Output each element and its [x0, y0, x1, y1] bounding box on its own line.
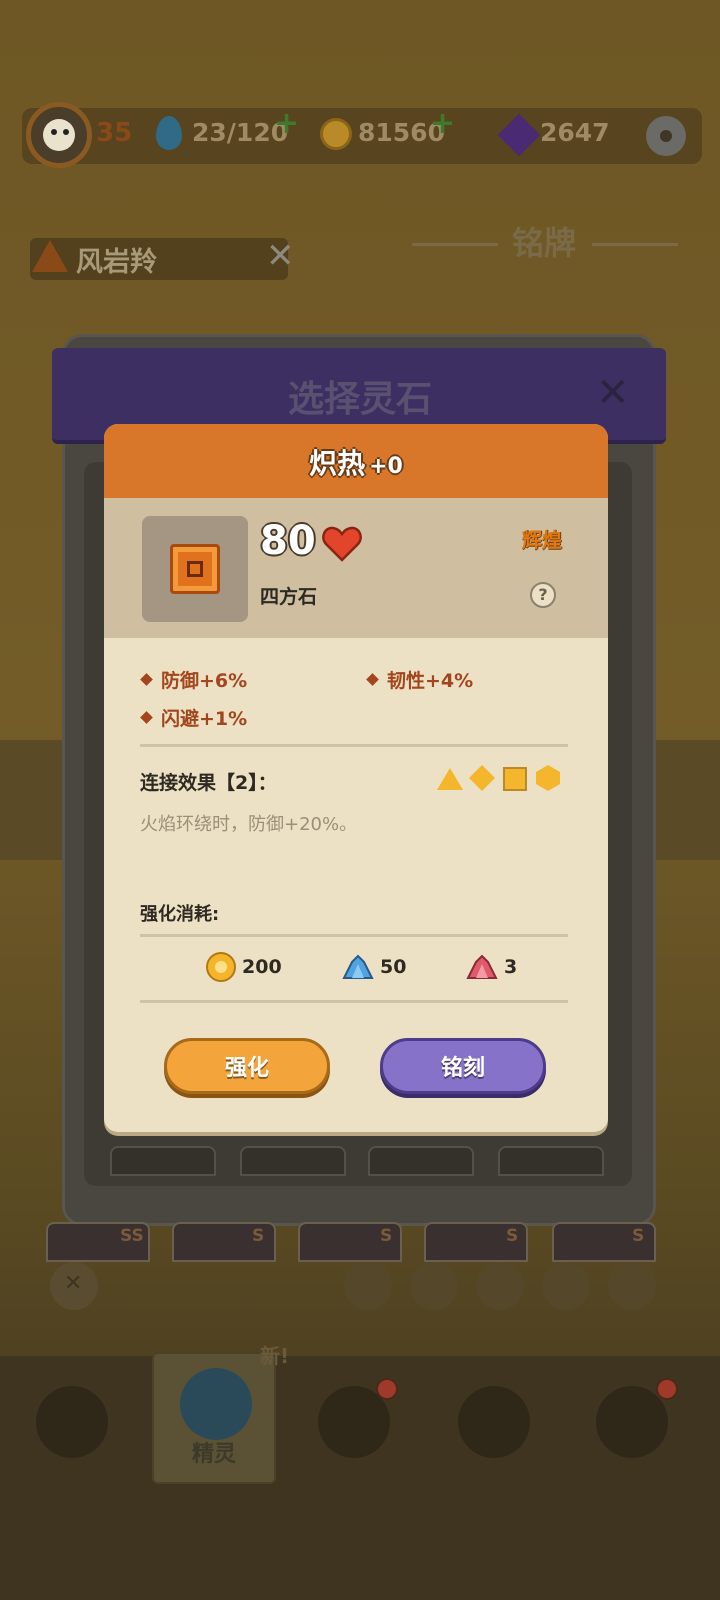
stone-slot[interactable]: [368, 1146, 474, 1176]
red-crystal-icon: [466, 954, 498, 979]
new-badge: 新!: [260, 1344, 290, 1368]
player-avatar[interactable]: [26, 102, 92, 168]
blue-crystal-cost: 50: [380, 956, 407, 978]
nav-spirit-icon: [180, 1368, 252, 1440]
attribute-text: 韧性+4%: [387, 670, 474, 692]
region-close-icon[interactable]: ✕: [266, 236, 295, 276]
stone-enhance-level: +0: [369, 454, 403, 479]
red-crystal-cost: 3: [504, 956, 518, 978]
divider: [140, 744, 568, 747]
spirit-rank: S: [252, 1226, 265, 1246]
attribute-item: 韧性+4%: [366, 666, 474, 693]
fire-filter-icon[interactable]: [344, 1262, 392, 1310]
leaf-filter-icon[interactable]: [476, 1262, 524, 1310]
clear-filter-button[interactable]: [50, 1262, 98, 1310]
plaque-left-ornament: [412, 243, 498, 246]
spirit-rank: S: [380, 1226, 393, 1246]
coin-icon: [206, 952, 236, 982]
player-level: 35: [96, 118, 133, 148]
square-shape-icon: [503, 767, 527, 791]
lightning-filter-icon[interactable]: [608, 1262, 656, 1310]
clover-filter-icon[interactable]: [410, 1262, 458, 1310]
plaque-right-ornament: [592, 243, 678, 246]
stone-title: 炽热: [309, 447, 366, 480]
help-icon[interactable]: ?: [530, 582, 556, 608]
engrave-button[interactable]: 铭刻: [380, 1038, 546, 1094]
add-coin-button[interactable]: +: [430, 106, 455, 141]
stone-slot[interactable]: [110, 1146, 216, 1176]
notification-dot: [656, 1378, 678, 1400]
coin-cost: 200: [242, 956, 282, 978]
spirit-rank: SS: [120, 1226, 144, 1246]
dialog-close-icon[interactable]: ✕: [596, 370, 630, 416]
stone-slot[interactable]: [498, 1146, 604, 1176]
triangle-shape-icon: [437, 768, 463, 790]
attribute-item: 防御+6%: [140, 666, 248, 693]
cloud-filter-icon[interactable]: [542, 1262, 590, 1310]
nav-chest-icon[interactable]: [458, 1386, 530, 1458]
stone-slot[interactable]: [240, 1146, 346, 1176]
bullet-icon: [140, 711, 153, 724]
coin-icon: [320, 118, 352, 150]
nav-map-icon[interactable]: [596, 1386, 668, 1458]
blue-crystal-icon: [342, 954, 374, 979]
bullet-icon: [140, 673, 153, 686]
link-effect-title: 连接效果【2】：: [140, 772, 277, 794]
rarity-label: 辉煌: [522, 528, 562, 552]
enhance-button[interactable]: 强化: [164, 1038, 330, 1094]
heart-icon: [322, 526, 362, 562]
plaque-title: 铭牌: [512, 224, 577, 262]
card-title: 炽热 +0: [104, 442, 608, 482]
stamina-drop-icon: [156, 116, 182, 150]
hexagon-shape-icon: [536, 765, 560, 791]
notification-dot: [376, 1378, 398, 1400]
spirit-rank: S: [506, 1226, 519, 1246]
stone-detail-card: 炽热 +0 80 四方石 辉煌 ? 防御+6% 韧性+4% 闪避+1% 连接效果【…: [104, 424, 608, 1132]
attribute-text: 防御+6%: [161, 670, 248, 692]
settings-gear-icon[interactable]: [646, 116, 686, 156]
stone-power: 80: [260, 518, 316, 564]
region-name: 风岩羚: [76, 247, 157, 278]
spirit-rank: S: [632, 1226, 645, 1246]
nav-spirit-label: 精灵: [191, 1442, 236, 1467]
bullet-icon: [366, 673, 379, 686]
divider: [140, 1000, 568, 1003]
diamond-shape-icon: [469, 765, 495, 791]
add-stamina-button[interactable]: +: [274, 106, 299, 141]
nav-home-icon[interactable]: [36, 1386, 108, 1458]
stone-core: [187, 561, 203, 577]
gem-value: 2647: [540, 118, 610, 147]
divider: [140, 934, 568, 937]
stone-shape-name: 四方石: [260, 586, 318, 608]
attribute-text: 闪避+1%: [161, 708, 248, 730]
attribute-item: 闪避+1%: [140, 704, 248, 731]
avatar-face: [43, 119, 75, 151]
region-label-bar: [30, 238, 288, 280]
region-cone-icon: [32, 240, 68, 272]
link-effect-description: 火焰环绕时，防御+20%。: [140, 814, 358, 835]
cost-title: 强化消耗:: [140, 904, 220, 925]
